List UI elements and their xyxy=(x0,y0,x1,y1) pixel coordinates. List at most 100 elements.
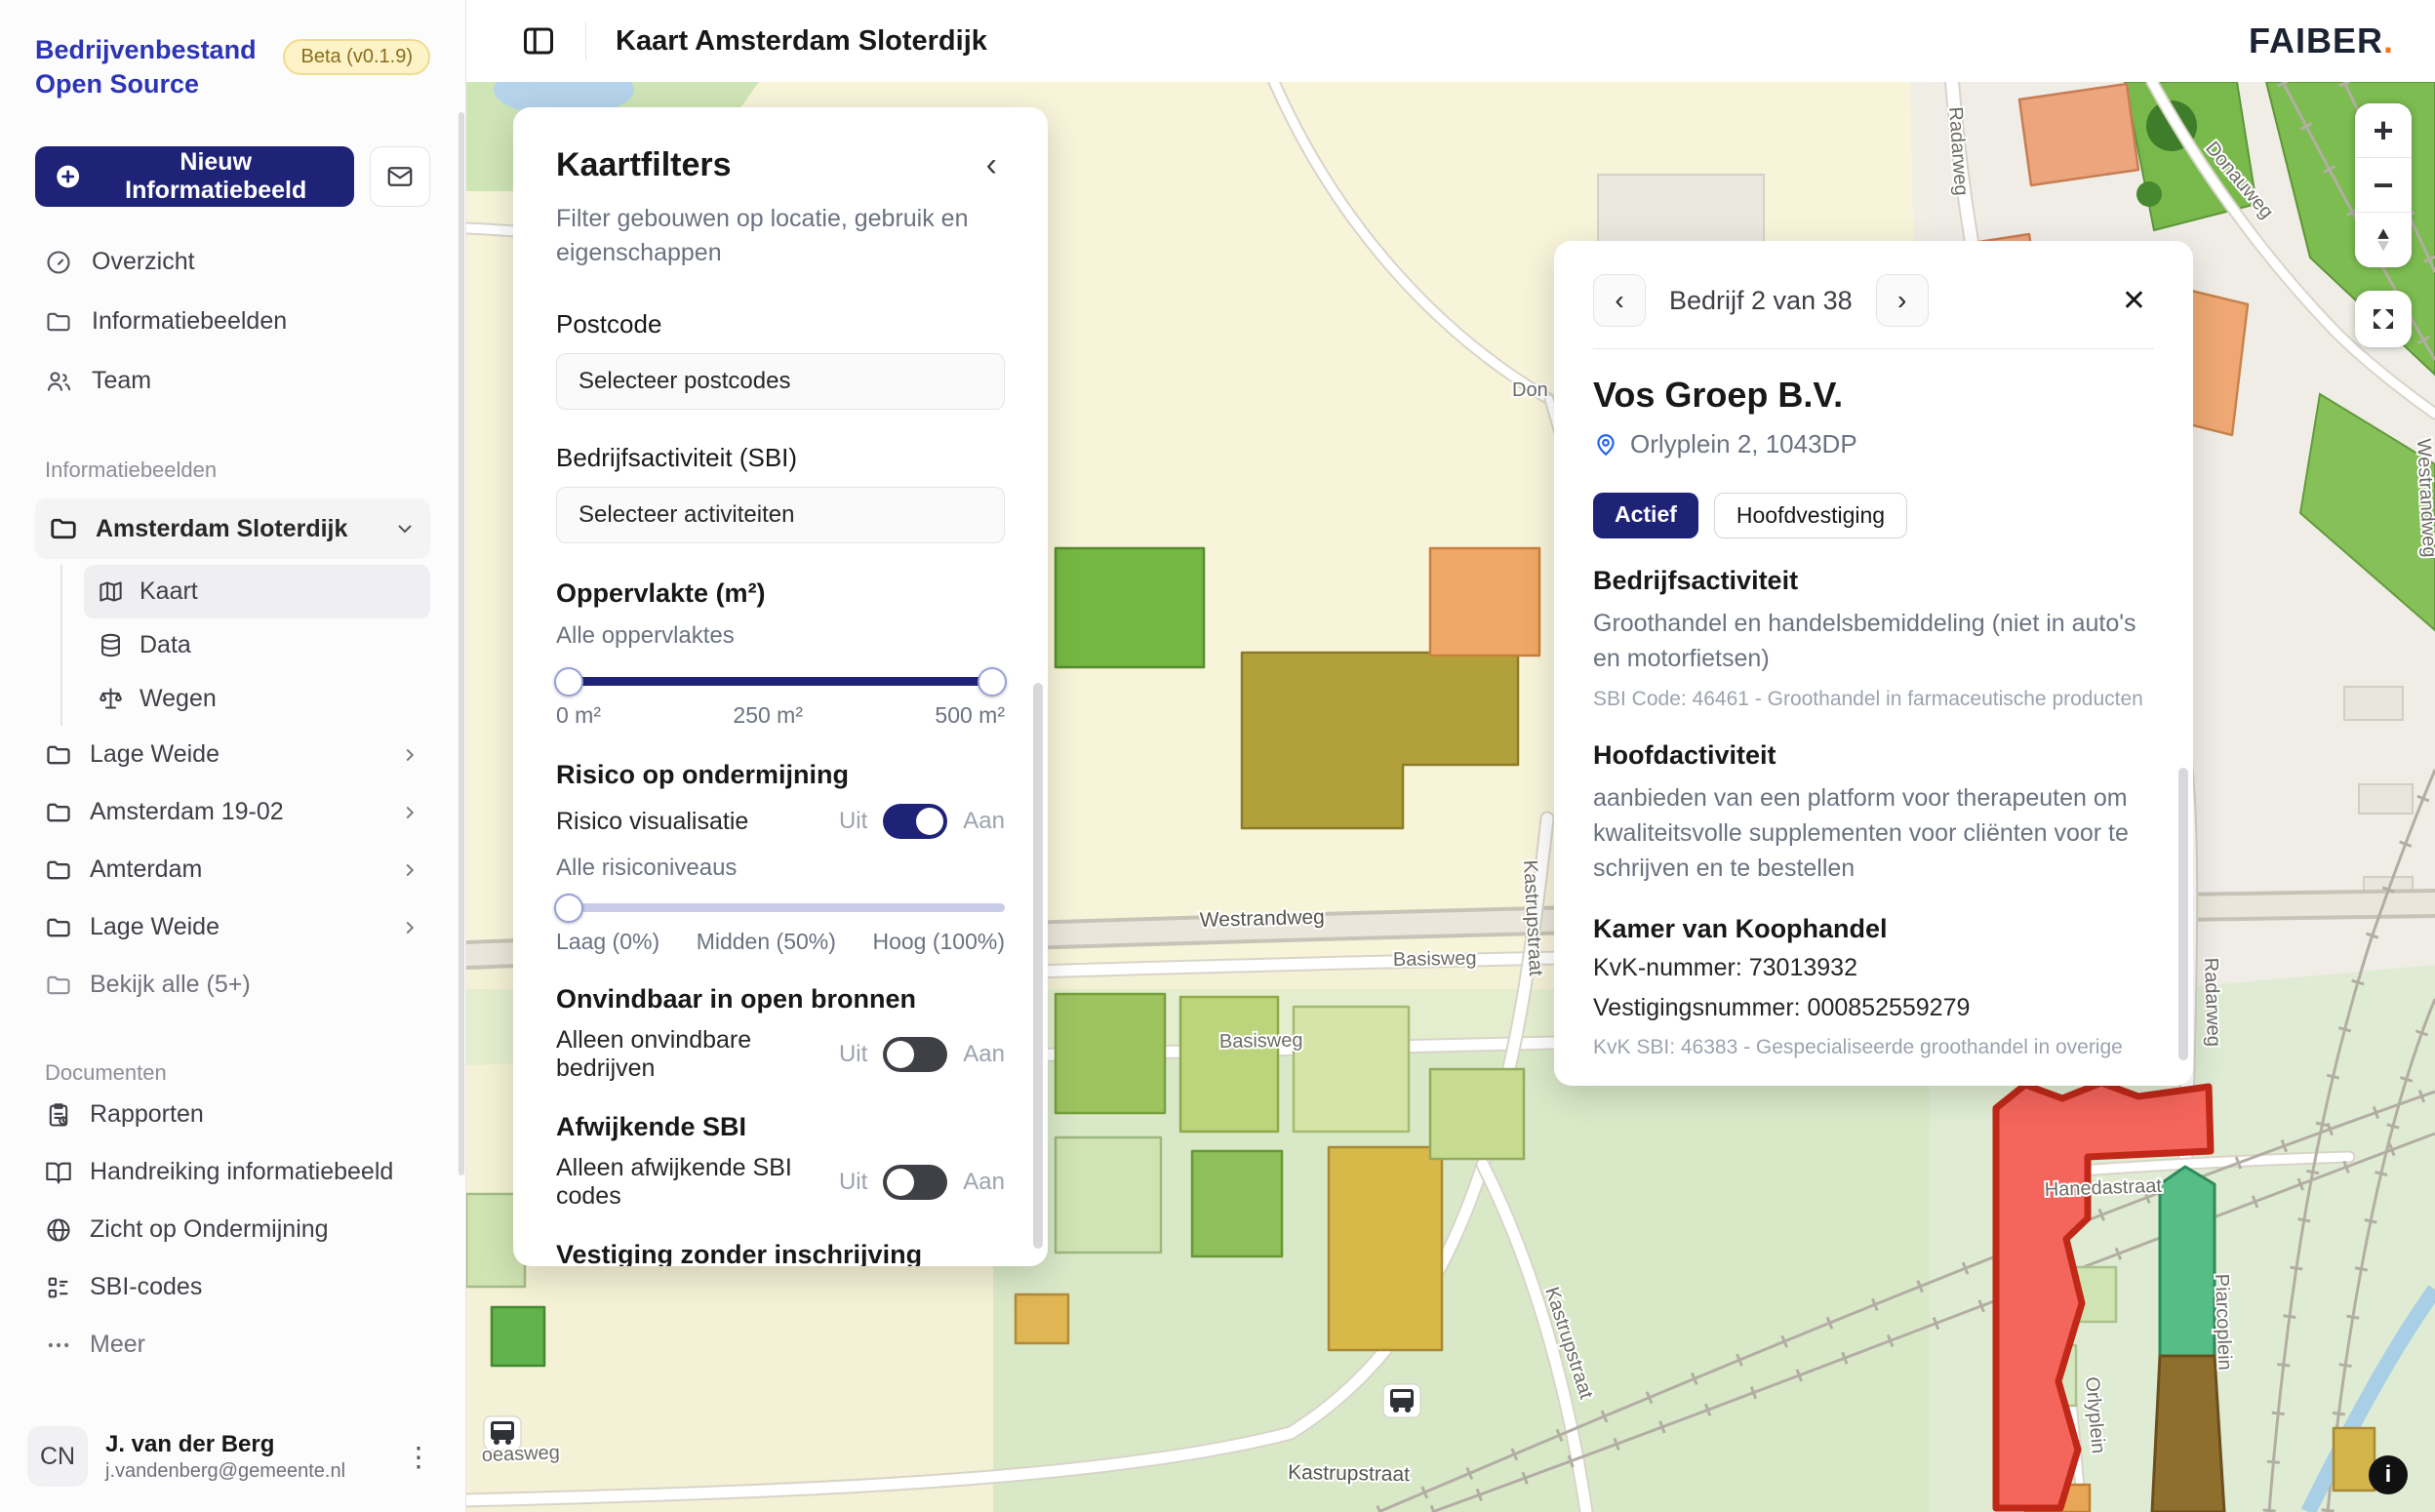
sidebar-item-rapporten[interactable]: Rapporten xyxy=(35,1086,430,1143)
folder-icon xyxy=(45,741,72,769)
sidebar: Bedrijvenbestand Open Source Beta (v0.1.… xyxy=(0,0,466,1512)
filters-subtitle: Filter gebouwen op locatie, gebruik en e… xyxy=(556,202,995,270)
tree-item-label: Data xyxy=(140,631,191,659)
sidebar-item-wegen[interactable]: Wegen xyxy=(84,672,430,726)
folder-icon xyxy=(49,514,78,543)
zoom-in-button[interactable]: + xyxy=(2355,103,2412,158)
street-label-kastrupstraat-bottom: Kastrupstraat xyxy=(1288,1461,1410,1486)
sidebar-folder-amsterdam-19-02[interactable]: Amsterdam 19-02 xyxy=(35,783,430,841)
prev-company-button[interactable]: ‹ xyxy=(1593,274,1646,327)
sidebar-scrollbar[interactable] xyxy=(459,112,464,1175)
app-brand[interactable]: Bedrijvenbestand Open Source xyxy=(35,33,257,101)
sidebar-folder-lage-weide-2[interactable]: Lage Weide xyxy=(35,898,430,956)
doc-item-label: Handreiking informatiebeeld xyxy=(90,1158,393,1186)
unfindable-toggle[interactable] xyxy=(883,1037,947,1072)
sidebar-view-all[interactable]: Bekijk alle (5+) xyxy=(35,956,430,1014)
sidebar-item-kaart[interactable]: Kaart xyxy=(84,565,430,618)
risk-slider-handle[interactable] xyxy=(554,894,583,923)
deviant-on-label: Aan xyxy=(963,1169,1005,1196)
doc-item-label: Zicht op Ondermijning xyxy=(90,1215,329,1244)
toggle-knob xyxy=(887,1041,914,1068)
sidebar-toggle-button[interactable] xyxy=(521,23,556,59)
brand-line1: Bedrijvenbestand xyxy=(35,33,257,67)
vestigingsnummer: Vestigingsnummer: 000852559279 xyxy=(1593,992,2154,1025)
logo-text: FAIBER xyxy=(2249,20,2383,60)
header-divider xyxy=(585,21,586,60)
scale-icon xyxy=(98,686,124,712)
company-detail-panel: ‹ Bedrijf 2 van 38 › ✕ Vos Groep B.V. Or… xyxy=(1554,241,2193,1086)
sidebar-item-handreiking[interactable]: Handreiking informatiebeeld xyxy=(35,1143,430,1201)
badge-hoofdvestiging: Hoofdvestiging xyxy=(1714,493,1907,538)
section-heading-bedrijfsactiviteit: Bedrijfsactiviteit xyxy=(1593,566,2154,596)
surface-min-label: 0 m² xyxy=(556,702,601,729)
ellipsis-icon xyxy=(45,1332,72,1359)
sidebar-item-informatiebeelden[interactable]: Informatiebeelden xyxy=(35,292,430,351)
filters-title: Kaartfilters xyxy=(556,146,732,184)
book-open-icon xyxy=(45,1159,72,1186)
risk-heading: Risico op ondermijning xyxy=(556,760,1005,790)
sidebar-item-data[interactable]: Data xyxy=(84,618,430,672)
sidebar-item-zicht-op-ondermijning[interactable]: Zicht op Ondermijning xyxy=(35,1201,430,1258)
sidebar-item-label: Informatiebeelden xyxy=(92,307,287,336)
company-name: Vos Groep B.V. xyxy=(1593,375,2154,416)
sidebar-item-team[interactable]: Team xyxy=(35,351,430,411)
section-informatiebeelden: Informatiebeelden xyxy=(35,458,430,483)
compass-icon xyxy=(2370,225,2397,255)
globe-icon xyxy=(45,1216,72,1244)
zoom-out-button[interactable]: − xyxy=(2355,158,2412,213)
section-heading-hoofdactiviteit: Hoofdactiviteit xyxy=(1593,740,2154,771)
chevron-right-icon xyxy=(399,859,420,881)
info-button[interactable]: i xyxy=(2369,1455,2408,1494)
street-label-westrandweg: Westrandweg xyxy=(1200,906,1326,932)
section-heading-kvk: Kamer van Koophandel xyxy=(1593,914,2154,944)
sidebar-folder-amterdam[interactable]: Amterdam xyxy=(35,841,430,898)
user-email: j.vandenberg@gemeente.nl xyxy=(105,1460,345,1483)
toggle-knob xyxy=(887,1169,914,1196)
user-account[interactable]: CN J. van der Berg j.vandenberg@gemeente… xyxy=(27,1426,438,1487)
sidebar-folder-lage-weide-1[interactable]: Lage Weide xyxy=(35,726,430,783)
street-label-don: Don xyxy=(1512,379,1548,401)
deviant-toggle[interactable] xyxy=(883,1165,947,1200)
faiber-logo: FAIBER. xyxy=(2249,20,2394,61)
collapse-panel-button[interactable]: ‹ xyxy=(978,146,1005,183)
new-informatiebeeld-label: Nieuw Informatiebeeld xyxy=(97,148,335,205)
map-area: Radarweg Donauweg Westrandweg Westrandwe… xyxy=(466,82,2435,1512)
risk-off-label: Uit xyxy=(839,808,867,835)
activity-select[interactable]: Selecteer activiteiten xyxy=(556,487,1005,543)
tree-item-label: Wegen xyxy=(140,685,217,713)
detail-scrollbar[interactable] xyxy=(2178,768,2188,1060)
sidebar-folder-amsterdam-sloterdijk[interactable]: Amsterdam Sloterdijk xyxy=(35,498,430,559)
sidebar-item-meer[interactable]: Meer xyxy=(35,1316,430,1373)
hoofdactiviteit-body: aanbieden van een platform voor therapeu… xyxy=(1593,780,2154,887)
activity-label: Bedrijfsactiviteit (SBI) xyxy=(556,443,1005,473)
folder-icon xyxy=(45,799,72,826)
risk-slider-track xyxy=(556,903,1005,912)
compass-button[interactable] xyxy=(2355,213,2412,267)
next-company-button[interactable]: › xyxy=(1876,274,1929,327)
surface-slider-handle-min[interactable] xyxy=(554,667,583,696)
risk-toggle[interactable] xyxy=(883,804,947,839)
tree-item-label: Kaart xyxy=(140,577,198,606)
fullscreen-button[interactable] xyxy=(2355,291,2412,347)
mail-button[interactable] xyxy=(370,146,430,207)
user-menu-button[interactable]: ⋮ xyxy=(399,1435,438,1479)
risk-on-label: Aan xyxy=(963,808,1005,835)
unfindable-off-label: Uit xyxy=(839,1041,867,1068)
filters-scrollbar[interactable] xyxy=(1033,683,1043,1249)
sidebar-item-label: Overzicht xyxy=(92,248,195,276)
sbi-code-note: SBI Code: 46461 - Groothandel in farmace… xyxy=(1593,685,2154,713)
close-panel-button[interactable]: ✕ xyxy=(2114,280,2154,322)
surface-heading: Oppervlakte (m²) xyxy=(556,578,1005,609)
street-label-basisweg-upper: Basisweg xyxy=(1393,948,1477,971)
street-label-oeasweg: oeasweg xyxy=(481,1442,560,1466)
sidebar-item-sbi-codes[interactable]: SBI-codes xyxy=(35,1258,430,1316)
gauge-icon xyxy=(45,249,72,276)
street-label-radarweg-right: Radarweg xyxy=(2200,957,2224,1047)
sidebar-item-overzicht[interactable]: Overzicht xyxy=(35,232,430,292)
kvk-sbi-note: KvK SBI: 46383 - Gespecialiseerde grooth… xyxy=(1593,1033,2154,1061)
new-informatiebeeld-button[interactable]: Nieuw Informatiebeeld xyxy=(35,146,354,207)
postcode-select[interactable]: Selecteer postcodes xyxy=(556,353,1005,410)
top-bar: Kaart Amsterdam Sloterdijk FAIBER. xyxy=(466,0,2435,82)
street-label-basisweg-lower: Basisweg xyxy=(1219,1030,1303,1053)
surface-slider-handle-max[interactable] xyxy=(978,667,1007,696)
